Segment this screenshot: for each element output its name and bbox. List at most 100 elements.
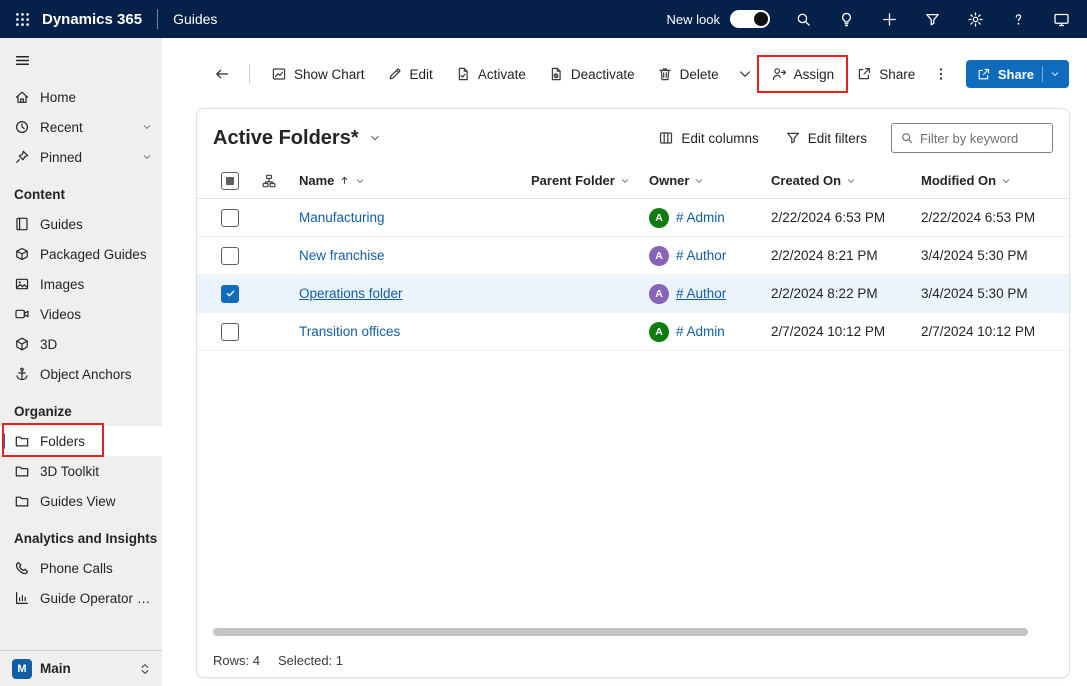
column-header-parent-folder[interactable]: Parent Folder [523,173,641,188]
overflow-button[interactable] [927,58,955,90]
hamburger-icon [14,52,31,69]
chevron-down-icon[interactable] [620,176,630,186]
column-header-modified-on[interactable]: Modified On [913,173,1069,188]
sidebar-item-3d-toolkit[interactable]: 3D Toolkit [0,456,162,486]
select-all-checkbox[interactable] [221,172,239,190]
chevron-down-icon[interactable] [846,176,856,186]
new-look-toggle[interactable] [730,10,770,28]
columns-icon [658,130,674,146]
chevron-up-down-icon[interactable] [138,662,152,676]
help-icon [1010,11,1027,28]
sidebar-item-object-anchors[interactable]: Object Anchors [0,359,162,389]
sidebar-item-guide-operator-s[interactable]: Guide Operator S... [0,583,162,613]
sidebar-item-guides[interactable]: Guides [0,209,162,239]
table-row[interactable]: Manufacturing A# Admin 2/22/2024 6:53 PM… [197,199,1069,237]
lightbulb-button[interactable] [825,0,868,38]
sidebar-item-home[interactable]: Home [0,82,162,112]
edit-columns-button[interactable]: Edit columns [648,122,768,154]
sidebar-item-folders[interactable]: Folders [0,426,162,456]
folder-icon [14,463,30,479]
column-header-owner[interactable]: Owner [641,173,763,188]
chevron-down-icon[interactable] [1001,176,1011,186]
table-row[interactable]: Transition offices A# Admin 2/7/2024 10:… [197,313,1069,351]
view-title[interactable]: Active Folders* [213,127,359,150]
app-launcher-button[interactable] [4,0,40,38]
owner-link[interactable]: # Admin [676,324,725,339]
folder-icon [14,433,30,449]
devices-button[interactable] [1040,0,1083,38]
anchor-icon [14,366,30,382]
sidebar-item-videos[interactable]: Videos [0,299,162,329]
settings-icon [967,11,984,28]
chevron-down-icon[interactable] [694,176,704,186]
sidebar-item-packaged-guides[interactable]: Packaged Guides [0,239,162,269]
back-button[interactable] [206,58,238,90]
deactivate-button[interactable]: Deactivate [538,58,645,90]
table-row[interactable]: Operations folder A# Author 2/2/2024 8:2… [197,275,1069,313]
activate-button[interactable]: Activate [445,58,536,90]
toggle-knob [754,12,768,26]
folder-name-link[interactable]: Manufacturing [299,210,385,225]
waffle-icon [14,11,31,28]
sidebar-item-images[interactable]: Images [0,269,162,299]
edit-filters-button[interactable]: Edit filters [775,122,877,154]
share-icon [976,67,991,82]
folder-name-link[interactable]: New franchise [299,248,385,263]
table-row[interactable]: New franchise A# Author 2/2/2024 8:21 PM… [197,237,1069,275]
horizontal-scrollbar [213,627,1053,637]
assign-button[interactable]: Assign [761,58,845,90]
add-button[interactable] [868,0,911,38]
folder-icon [14,493,30,509]
sidebar-item-recent[interactable]: Recent [0,112,162,142]
split-divider [1042,66,1043,82]
share-button[interactable]: Share [846,58,925,90]
sidebar-item-pinned[interactable]: Pinned [0,142,162,172]
owner-link[interactable]: # Admin [676,210,725,225]
scrollbar-thumb[interactable] [213,628,1028,636]
row-checkbox[interactable] [221,209,239,227]
chevron-down-icon[interactable] [1050,69,1060,79]
sidebar-item-3d[interactable]: 3D [0,329,162,359]
keyword-filter-input[interactable] [920,131,1044,146]
sidebar-item-phone-calls[interactable]: Phone Calls [0,553,162,583]
search-icon [795,11,812,28]
status-bar: Rows: 4 Selected: 1 [197,643,1069,677]
owner-link[interactable]: # Author [676,248,726,263]
search-icon [900,131,914,145]
owner-link[interactable]: # Author [676,286,726,301]
assign-icon [771,66,787,82]
view-selector-chevron-icon[interactable] [369,132,381,144]
folder-name-link[interactable]: Operations folder [299,286,403,301]
settings-button[interactable] [954,0,997,38]
share-primary-button[interactable]: Share [966,60,1069,88]
column-header-name[interactable]: Name [291,173,523,188]
pin-icon [14,149,30,165]
filter-button[interactable] [911,0,954,38]
row-checkbox[interactable] [221,247,239,265]
environment-picker[interactable]: M Main [0,650,162,686]
row-checkbox[interactable] [221,323,239,341]
home-icon [14,89,30,105]
show-chart-button[interactable]: Show Chart [261,58,375,90]
back-arrow-icon [214,66,230,82]
app-name[interactable]: Guides [173,11,217,27]
activate-icon [455,66,471,82]
hierarchy-icon[interactable] [261,173,277,189]
help-button[interactable] [997,0,1040,38]
folder-name-link[interactable]: Transition offices [299,324,400,339]
command-bar: Show Chart Edit Activate Deactivate Dele… [162,52,1087,96]
chart-icon [14,590,30,606]
row-checkbox[interactable] [221,285,239,303]
sidebar-item-guides-view[interactable]: Guides View [0,486,162,516]
edit-button[interactable]: Edit [377,58,443,90]
devices-icon [1053,11,1070,28]
column-header-created-on[interactable]: Created On [763,173,913,188]
environment-avatar: M [12,659,32,679]
more-commands-button[interactable] [731,58,759,90]
hamburger-button[interactable] [14,52,31,69]
search-button[interactable] [782,0,825,38]
delete-button[interactable]: Delete [647,58,729,90]
sidebar-item-label: Recent [40,120,132,135]
chevron-down-icon[interactable] [355,176,365,186]
sort-ascending-icon [339,175,350,186]
